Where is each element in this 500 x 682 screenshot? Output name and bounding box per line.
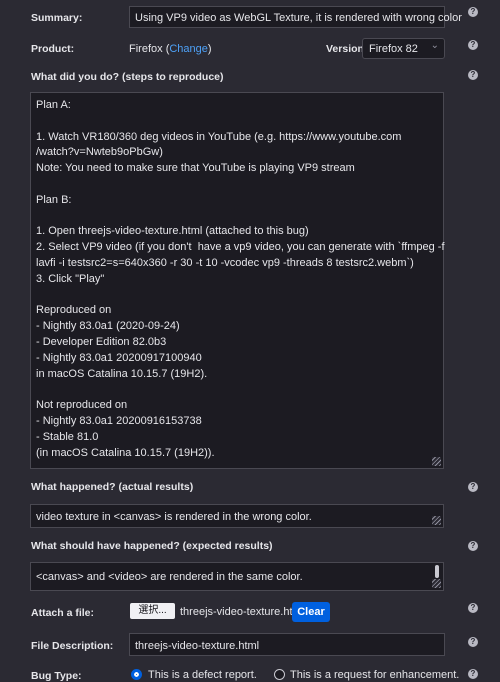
actual-value: video texture in <canvas> is rendered in… bbox=[36, 511, 312, 523]
version-help-icon[interactable]: ? bbox=[468, 40, 478, 50]
description-help-icon[interactable]: ? bbox=[468, 637, 478, 647]
expected-value: <canvas> and <video> are rendered in the… bbox=[36, 571, 303, 583]
browse-label: 選択... bbox=[138, 605, 167, 616]
product-value: Firefox bbox=[129, 43, 163, 55]
browse-button[interactable]: 選択... bbox=[130, 603, 175, 619]
steps-line: 2. Select VP9 video (if you don't have a… bbox=[36, 241, 445, 254]
steps-line: Not reproduced on bbox=[36, 399, 128, 412]
version-value: Firefox 82 bbox=[369, 43, 418, 55]
steps-textarea[interactable]: Plan A: 1. Watch VR180/360 deg videos in … bbox=[30, 92, 445, 469]
steps-line: - Nightly 83.0a1 20200916153738 bbox=[36, 414, 202, 427]
steps-line: (in macOS Catalina 10.15.7 (19H2)). bbox=[36, 446, 215, 459]
steps-line: - Developer Edition 82.0b3 bbox=[36, 335, 167, 348]
steps-line: 3. Click "Play" bbox=[36, 272, 105, 285]
steps-line: 1. Open threejs-video-texture.html (atta… bbox=[36, 225, 309, 238]
radio-enhancement[interactable] bbox=[274, 669, 285, 680]
bug-type-help-icon[interactable]: ? bbox=[468, 669, 478, 679]
steps-line bbox=[36, 382, 445, 398]
steps-line: 1. Watch VR180/360 deg videos in YouTube… bbox=[36, 130, 402, 143]
resize-handle-icon[interactable] bbox=[432, 579, 441, 588]
description-input[interactable]: threejs-video-texture.html bbox=[129, 633, 445, 656]
description-label: File Description: bbox=[31, 640, 114, 652]
steps-line: Note: You need to make sure that YouTube… bbox=[36, 162, 355, 175]
summary-value: Using VP9 video as WebGL Texture, it is … bbox=[135, 12, 462, 24]
summary-help-icon[interactable]: ? bbox=[468, 7, 478, 17]
resize-handle-icon[interactable] bbox=[432, 457, 441, 466]
steps-line: - Nightly 83.0a1 (2020-09-24) bbox=[36, 320, 180, 333]
version-select[interactable]: Firefox 82 ⌄ bbox=[362, 38, 445, 59]
chevron-down-icon: ⌄ bbox=[430, 40, 439, 51]
expected-label: What should have happened? (expected res… bbox=[31, 540, 273, 552]
expected-textarea[interactable]: <canvas> and <video> are rendered in the… bbox=[30, 562, 444, 591]
steps-line: lavfi -i testsrc2=s=640x360 -r 30 -t 10 … bbox=[36, 256, 414, 269]
steps-help-icon[interactable]: ? bbox=[468, 70, 478, 80]
actual-textarea[interactable]: video texture in <canvas> is rendered in… bbox=[30, 504, 444, 528]
attach-label: Attach a file: bbox=[31, 607, 95, 619]
scrollbar[interactable] bbox=[435, 565, 439, 578]
steps-line bbox=[36, 177, 445, 193]
steps-line: - Nightly 83.0a1 20200917100940 bbox=[36, 351, 202, 364]
bug-type-enhancement-label: This is a request for enhancement. bbox=[290, 669, 460, 681]
actual-label: What happened? (actual results) bbox=[31, 481, 194, 493]
steps-line: - Stable 81.0 bbox=[36, 430, 99, 443]
steps-line: Plan A: bbox=[36, 99, 71, 111]
description-value: threejs-video-texture.html bbox=[135, 640, 260, 652]
attach-help-icon[interactable]: ? bbox=[468, 603, 478, 613]
steps-line: Plan B: bbox=[36, 193, 72, 206]
steps-line: /watch?v=Nwteb9oPbGw) bbox=[36, 146, 163, 159]
bug-type-defect-label: This is a defect report. bbox=[148, 669, 257, 681]
steps-line: Reproduced on bbox=[36, 304, 112, 317]
steps-line bbox=[36, 288, 445, 304]
steps-line: in macOS Catalina 10.15.7 (19H2). bbox=[36, 367, 208, 380]
product-change-link[interactable]: Change bbox=[169, 43, 208, 55]
summary-input[interactable]: Using VP9 video as WebGL Texture, it is … bbox=[129, 6, 462, 28]
product-label: Product: bbox=[31, 43, 75, 55]
actual-help-icon[interactable]: ? bbox=[468, 482, 478, 492]
product-field: Firefox (Change) bbox=[129, 43, 212, 55]
clear-button[interactable]: Clear bbox=[292, 602, 330, 622]
steps-text: Plan A: 1. Watch VR180/360 deg videos in … bbox=[36, 98, 445, 461]
resize-handle-icon[interactable] bbox=[432, 516, 441, 525]
steps-line bbox=[36, 209, 445, 225]
steps-label: What did you do? (steps to reproduce) bbox=[31, 71, 224, 83]
radio-defect[interactable] bbox=[131, 669, 142, 680]
summary-label: Summary: bbox=[31, 12, 83, 24]
product-change-paren-close: ) bbox=[207, 43, 212, 55]
bug-type-label: Bug Type: bbox=[31, 670, 82, 682]
attach-filename: threejs-video-texture.html bbox=[180, 606, 305, 618]
steps-line bbox=[36, 114, 445, 130]
expected-help-icon[interactable]: ? bbox=[468, 541, 478, 551]
